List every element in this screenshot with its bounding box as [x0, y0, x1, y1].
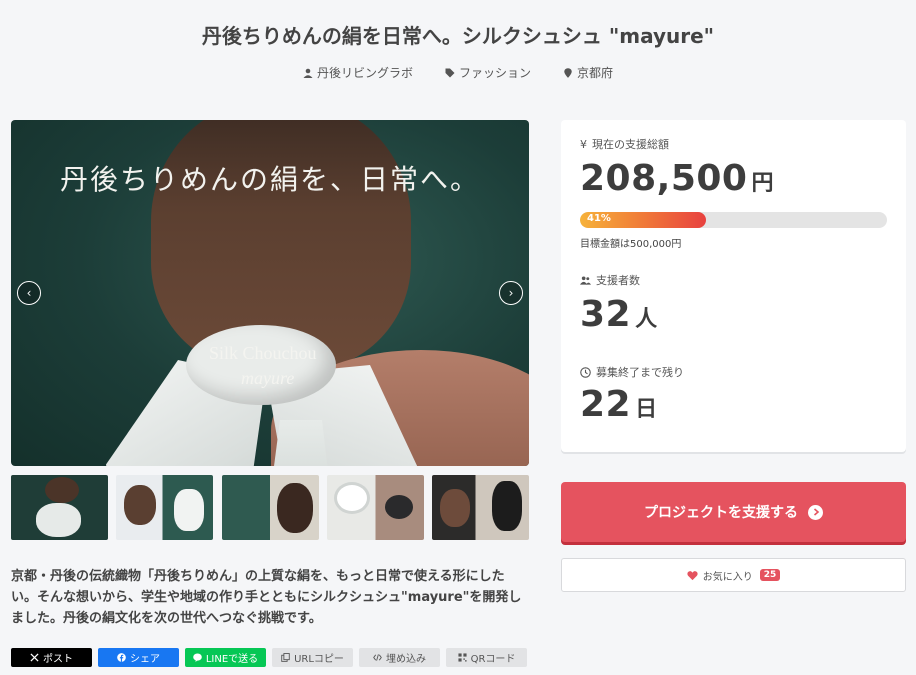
thumbnail-1[interactable] [11, 475, 108, 540]
location-link[interactable]: 京都府 [563, 64, 613, 81]
days-left-label-text: 募集終了まで残り [596, 366, 684, 379]
code-icon [373, 654, 382, 661]
facebook-icon [117, 653, 126, 662]
thumbnail-strip [11, 475, 529, 540]
share-line-label: LINEで送る [205, 654, 259, 665]
tag-icon [445, 68, 455, 77]
page-title: 丹後ちりめんの絹を日常へ。シルクシュシュ "mayure" [201, 24, 715, 48]
favorite-label: お気に入り [702, 571, 753, 583]
thumbnail-2[interactable] [116, 475, 214, 540]
carousel-next-button[interactable]: › [499, 281, 523, 305]
progress-bar: 41% [580, 212, 887, 228]
thumbnail-3[interactable] [221, 475, 319, 540]
share-facebook-button[interactable]: シェア [98, 648, 179, 667]
thumbnail-shape [45, 477, 79, 503]
thumbnail-shape [384, 495, 413, 519]
copy-icon [281, 653, 290, 662]
chevron-left-icon: ‹ [26, 286, 32, 300]
amount-number: 208,500 [580, 158, 748, 199]
thumbnail-shape [221, 475, 270, 540]
amount-label-text: 現在の支援総額 [592, 138, 669, 151]
copy-url-label: URLコピー [294, 654, 344, 665]
backers-unit: 人 [635, 307, 658, 332]
owner-link[interactable]: 丹後リビングラボ [303, 64, 413, 81]
line-icon [193, 653, 202, 662]
amount-label: ¥ 現在の支援総額 [580, 136, 669, 152]
category-name: ファッション [458, 66, 531, 80]
copy-url-button[interactable]: URLコピー [272, 648, 353, 667]
users-icon [580, 275, 591, 285]
backers-value: 32 人 [580, 294, 657, 335]
days-left-unit: 日 [635, 397, 658, 422]
owner-name: 丹後リビングラボ [316, 66, 413, 80]
qr-code-label: QRコード [470, 654, 516, 665]
embed-button[interactable]: 埋め込み [359, 648, 440, 667]
thumbnail-shape [440, 489, 470, 527]
thumbnail-shape [492, 481, 522, 531]
days-left-value: 22 日 [580, 384, 657, 425]
thumbnail-shape [276, 483, 313, 533]
carousel-prev-button[interactable]: ‹ [17, 281, 41, 305]
days-left-number: 22 [580, 384, 632, 425]
hero-product-name: Silk Chouchou [209, 343, 317, 363]
share-bar: ポスト シェア LINEで送る URLコピー 埋め込み QRコード [11, 648, 529, 667]
thumbnail-4[interactable] [326, 475, 424, 540]
goal-amount: 目標金額は500,000円 [580, 239, 682, 250]
project-meta: 丹後リビングラボ ファッション 京都府 [0, 64, 916, 81]
yen-icon: ¥ [580, 137, 587, 151]
hero-photo-scrunchie [186, 325, 336, 405]
favorite-count-badge: 25 [759, 569, 781, 581]
clock-icon [580, 366, 591, 378]
hero-headline: 丹後ちりめんの絹を、日常へ。 [59, 163, 480, 196]
amount-value: 208,500 円 [580, 158, 773, 199]
user-icon [303, 68, 313, 78]
backers-number: 32 [580, 294, 632, 335]
backers-label-text: 支援者数 [596, 274, 640, 287]
support-button-label: プロジェクトを支援する [644, 505, 798, 521]
share-x-label: ポスト [43, 654, 73, 665]
progress-percent: 41% [587, 213, 611, 224]
support-project-button[interactable]: プロジェクトを支援する [561, 482, 906, 542]
backers-label: 支援者数 [580, 272, 640, 288]
days-left-label: 募集終了まで残り [580, 364, 684, 380]
qr-code-button[interactable]: QRコード [446, 648, 527, 667]
location-name: 京都府 [577, 66, 614, 80]
hero-carousel[interactable]: 丹後ちりめんの絹を、日常へ。 Silk Chouchou mayure ‹ › [11, 120, 529, 466]
share-line-button[interactable]: LINEで送る [185, 648, 266, 667]
project-description: 京都・丹後の伝統織物「丹後ちりめん」の上質な絹を、もっと日常で使える形にしたい。… [11, 569, 522, 626]
hero-brand-name: mayure [241, 368, 295, 388]
funding-stats-card: ¥ 現在の支援総額 208,500 円 41% 目標金額は500,000円 支援… [561, 120, 906, 452]
arrow-right-circle-icon [808, 504, 823, 520]
thumbnail-shape [124, 485, 157, 525]
amount-unit: 円 [751, 171, 774, 196]
embed-label: 埋め込み [386, 654, 426, 665]
share-x-button[interactable]: ポスト [11, 648, 92, 667]
thumbnail-5[interactable] [432, 475, 529, 540]
favorite-button[interactable]: お気に入り 25 [561, 558, 906, 592]
heart-icon [687, 570, 698, 580]
qr-code-icon [458, 653, 467, 662]
chevron-right-icon: › [508, 286, 514, 300]
share-facebook-label: シェア [130, 654, 160, 665]
x-logo-icon [30, 653, 39, 662]
progress-fill: 41% [580, 212, 706, 228]
thumbnail-shape [174, 489, 205, 531]
category-link[interactable]: ファッション [445, 64, 531, 81]
thumbnail-shape [336, 485, 367, 511]
thumbnail-shape [36, 503, 81, 537]
map-pin-icon [564, 67, 572, 78]
